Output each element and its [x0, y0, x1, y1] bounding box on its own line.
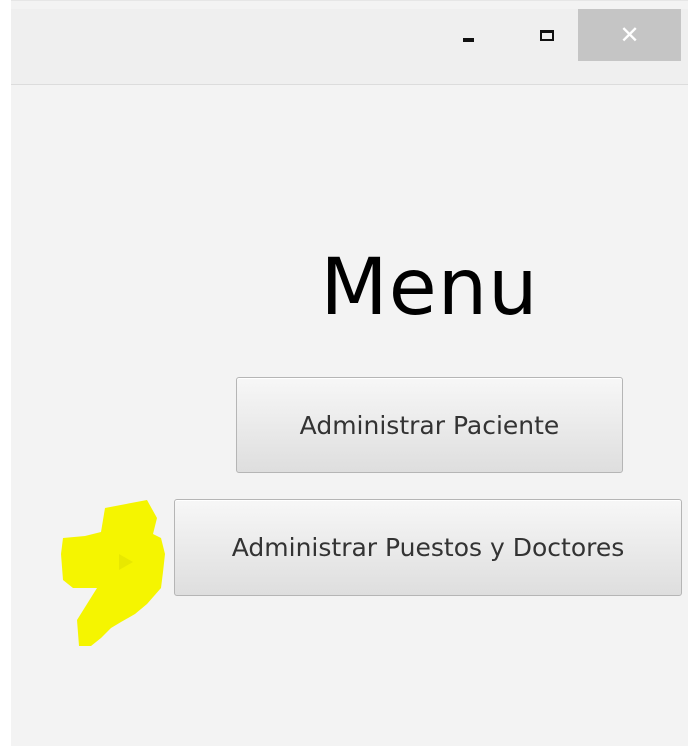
title-bar: ✕: [11, 9, 688, 85]
administrar-puestos-doctores-label: Administrar Puestos y Doctores: [231, 533, 625, 562]
app-window: ✕ Menu Administrar Paciente Administrar …: [11, 0, 688, 746]
page-title: Menu: [320, 243, 539, 333]
administrar-puestos-doctores-button[interactable]: Administrar Puestos y Doctores: [174, 499, 682, 596]
maximize-button[interactable]: [516, 9, 578, 61]
close-icon: ✕: [619, 21, 640, 49]
minimize-button[interactable]: [441, 9, 496, 61]
administrar-paciente-label: Administrar Paciente: [299, 410, 560, 440]
minimize-icon: [463, 38, 474, 42]
administrar-paciente-button[interactable]: Administrar Paciente: [236, 377, 623, 473]
yellow-arrow-annotation: [61, 500, 165, 646]
maximize-icon: [540, 29, 554, 41]
close-button[interactable]: ✕: [578, 9, 681, 61]
